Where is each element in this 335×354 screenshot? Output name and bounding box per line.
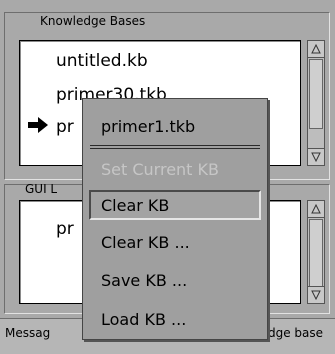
scroll-up-arrow-icon[interactable] xyxy=(308,201,324,218)
gui-libraries-scrollbar[interactable] xyxy=(307,200,325,304)
scroll-thumb[interactable] xyxy=(309,219,323,287)
load-kb-item[interactable]: Load KB ... xyxy=(101,310,186,329)
scroll-thumb[interactable] xyxy=(309,59,323,129)
clear-kb-label: Clear KB xyxy=(101,196,170,215)
scroll-up-arrow-icon[interactable] xyxy=(308,41,324,58)
kb-context-menu: primer1.tkb Set Current KB Clear KB Clea… xyxy=(82,98,268,340)
gui-libraries-title: GUI L xyxy=(25,182,58,196)
scroll-down-arrow-icon[interactable] xyxy=(308,286,324,303)
list-item[interactable]: untitled.kb xyxy=(56,51,148,71)
status-message-label: Messag xyxy=(5,326,51,340)
list-item[interactable]: pr xyxy=(56,117,74,137)
set-current-kb-item: Set Current KB xyxy=(101,160,220,179)
knowledge-bases-scrollbar[interactable] xyxy=(307,40,325,166)
menu-divider xyxy=(90,145,260,149)
status-right-text: dge base xyxy=(268,326,324,340)
scroll-down-arrow-icon[interactable] xyxy=(308,148,324,165)
knowledge-bases-title: Knowledge Bases xyxy=(40,14,146,28)
clear-kb-item[interactable]: Clear KB xyxy=(89,190,261,220)
save-kb-item[interactable]: Save KB ... xyxy=(101,271,187,290)
list-item[interactable]: pr xyxy=(56,219,74,239)
right-arrow-icon xyxy=(28,117,48,133)
menu-title: primer1.tkb xyxy=(101,117,196,136)
clear-kb-ellipsis-item[interactable]: Clear KB ... xyxy=(101,233,190,252)
